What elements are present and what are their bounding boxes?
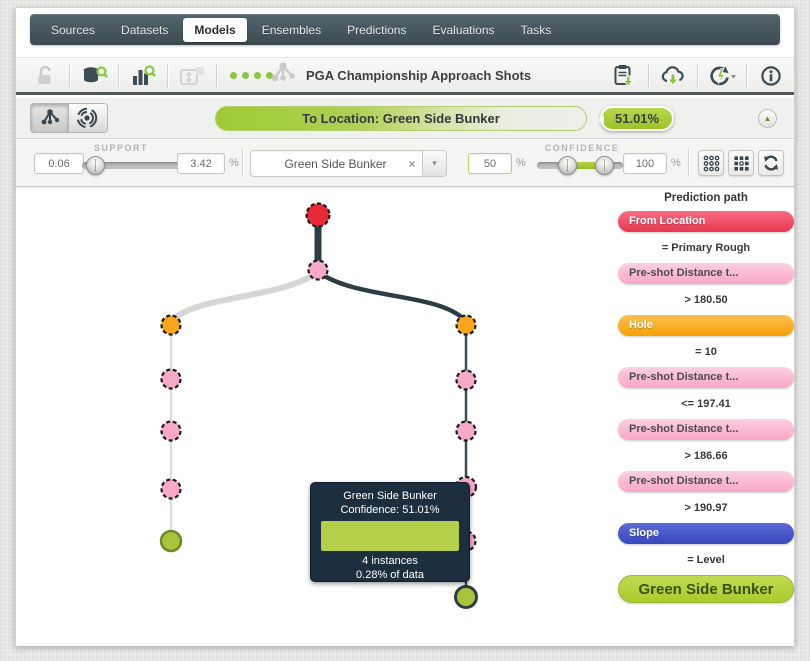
divider (216, 64, 217, 88)
path-field-from-location[interactable]: From Location (618, 211, 794, 232)
tree-leaf-node-selected[interactable] (456, 587, 477, 608)
divider (69, 64, 70, 88)
tree-canvas: Green Side Bunker Confidence: 51.01% 4 i… (16, 188, 794, 646)
nav-tab-models[interactable]: Models (183, 18, 246, 42)
path-field-slope[interactable]: Slope (618, 523, 794, 544)
tree-node[interactable] (162, 480, 181, 499)
tooltip-confidence: Confidence: 51.01% (311, 504, 469, 516)
support-label: SUPPORT (66, 143, 176, 153)
export-disabled-icon (177, 61, 207, 91)
prediction-output-bar: To Location: Green Side Bunker (215, 106, 587, 131)
path-operator: <= 197.41 (618, 398, 794, 410)
path-operator: = Level (618, 554, 794, 566)
nav-tab-sources[interactable]: Sources (40, 18, 106, 42)
support-max-unit: % (229, 157, 239, 169)
path-operator: = Primary Rough (618, 242, 794, 254)
class-filter-value: Green Side Bunker (251, 157, 402, 171)
tree-node[interactable] (162, 370, 181, 389)
path-operator: = 10 (618, 346, 794, 358)
support-min-input[interactable] (34, 153, 84, 174)
collapse-panel-button[interactable]: ▲ (758, 109, 777, 128)
reset-view-button[interactable] (758, 150, 784, 176)
divider (648, 64, 649, 88)
tree-node[interactable] (162, 316, 181, 335)
summary-search-icon[interactable] (128, 61, 158, 91)
confidence-label: CONFIDENCE (526, 143, 638, 153)
prediction-path-title: Prediction path (618, 192, 794, 204)
support-max-input[interactable] (177, 153, 225, 174)
tree-node[interactable] (162, 422, 181, 441)
path-field-preshot-distance[interactable]: Pre-shot Distance t... (618, 367, 794, 388)
view-switcher (30, 103, 108, 133)
nav-tab-datasets[interactable]: Datasets (110, 18, 179, 42)
edge-left-branch (172, 272, 318, 320)
tree-node-root[interactable] (307, 204, 330, 227)
confidence-slider-handle-high[interactable] (595, 156, 614, 175)
view-bar: To Location: Green Side Bunker 51.01% ▲ (16, 98, 794, 139)
class-filter-select[interactable]: Green Side Bunker × ▾ (250, 150, 447, 177)
info-icon[interactable] (756, 61, 786, 91)
download-actionable-icon[interactable] (658, 61, 688, 91)
tooltip-class: Green Side Bunker (311, 490, 469, 502)
path-field-preshot-distance[interactable]: Pre-shot Distance t... (618, 471, 794, 492)
path-field-hole[interactable]: Hole (618, 315, 794, 336)
sunburst-grid-button[interactable] (698, 150, 724, 176)
confidence-max-unit: % (671, 157, 681, 169)
confidence-min-input[interactable] (468, 153, 512, 174)
clear-filter-icon[interactable]: × (402, 157, 422, 171)
path-prediction-result: Green Side Bunker (618, 575, 794, 603)
path-field-preshot-distance[interactable]: Pre-shot Distance t... (618, 263, 794, 284)
filter-bar: SUPPORT % % Green Side Bunker × ▾ CONFID… (16, 140, 794, 187)
support-slider-handle[interactable] (86, 156, 105, 175)
confidence-badge: 51.01% (600, 106, 674, 131)
confidence-slider-handle-low[interactable] (558, 156, 577, 175)
tree-node[interactable] (457, 371, 476, 390)
tree-leaf-node[interactable] (161, 531, 181, 551)
divider (167, 64, 168, 88)
nav-tab-evaluations[interactable]: Evaluations (421, 18, 505, 42)
sunburst-view-button[interactable] (69, 103, 108, 133)
chevron-down-icon[interactable]: ▾ (422, 151, 446, 176)
tree-view-button[interactable] (30, 103, 69, 133)
tooltip-coverage: 0.28% of data (311, 569, 469, 581)
dataset-search-icon[interactable] (79, 61, 109, 91)
divider (697, 64, 698, 88)
tree-node[interactable] (457, 316, 476, 335)
app-window: Sources Datasets Models Ensembles Predic… (15, 7, 795, 646)
nav-tab-predictions[interactable]: Predictions (336, 18, 417, 42)
tooltip-instances: 4 instances (311, 555, 469, 567)
node-tooltip: Green Side Bunker Confidence: 51.01% 4 i… (310, 482, 470, 582)
divider (118, 64, 119, 88)
model-toolbar: PGA Championship Approach Shots (16, 57, 794, 95)
edge-right-branch (318, 272, 465, 320)
path-operator: > 186.66 (618, 450, 794, 462)
path-field-preshot-distance[interactable]: Pre-shot Distance t... (618, 419, 794, 440)
collapse-arrow-icon: ▲ (764, 115, 772, 123)
divider (242, 149, 243, 177)
model-tree-glyph-icon (268, 60, 298, 91)
tooltip-confidence-bar (321, 521, 459, 551)
divider (688, 149, 689, 177)
lock-open-icon[interactable] (30, 61, 60, 91)
tree-node[interactable] (309, 261, 328, 280)
confidence-min-unit: % (516, 157, 526, 169)
nav-tab-ensembles[interactable]: Ensembles (251, 18, 332, 42)
page-title: PGA Championship Approach Shots (306, 68, 531, 83)
divider (746, 64, 747, 88)
prediction-path-panel: Prediction path From Location = Primary … (618, 192, 794, 603)
batch-prediction-icon[interactable] (609, 61, 639, 91)
tree-grid-button[interactable] (728, 150, 754, 176)
tree-node[interactable] (457, 422, 476, 441)
confidence-max-input[interactable] (623, 153, 667, 174)
path-operator: > 190.97 (618, 502, 794, 514)
nav-tab-tasks[interactable]: Tasks (510, 18, 563, 42)
top-nav: Sources Datasets Models Ensembles Predic… (30, 14, 780, 45)
scripts-refresh-icon[interactable] (707, 61, 737, 91)
path-operator: > 180.50 (618, 294, 794, 306)
